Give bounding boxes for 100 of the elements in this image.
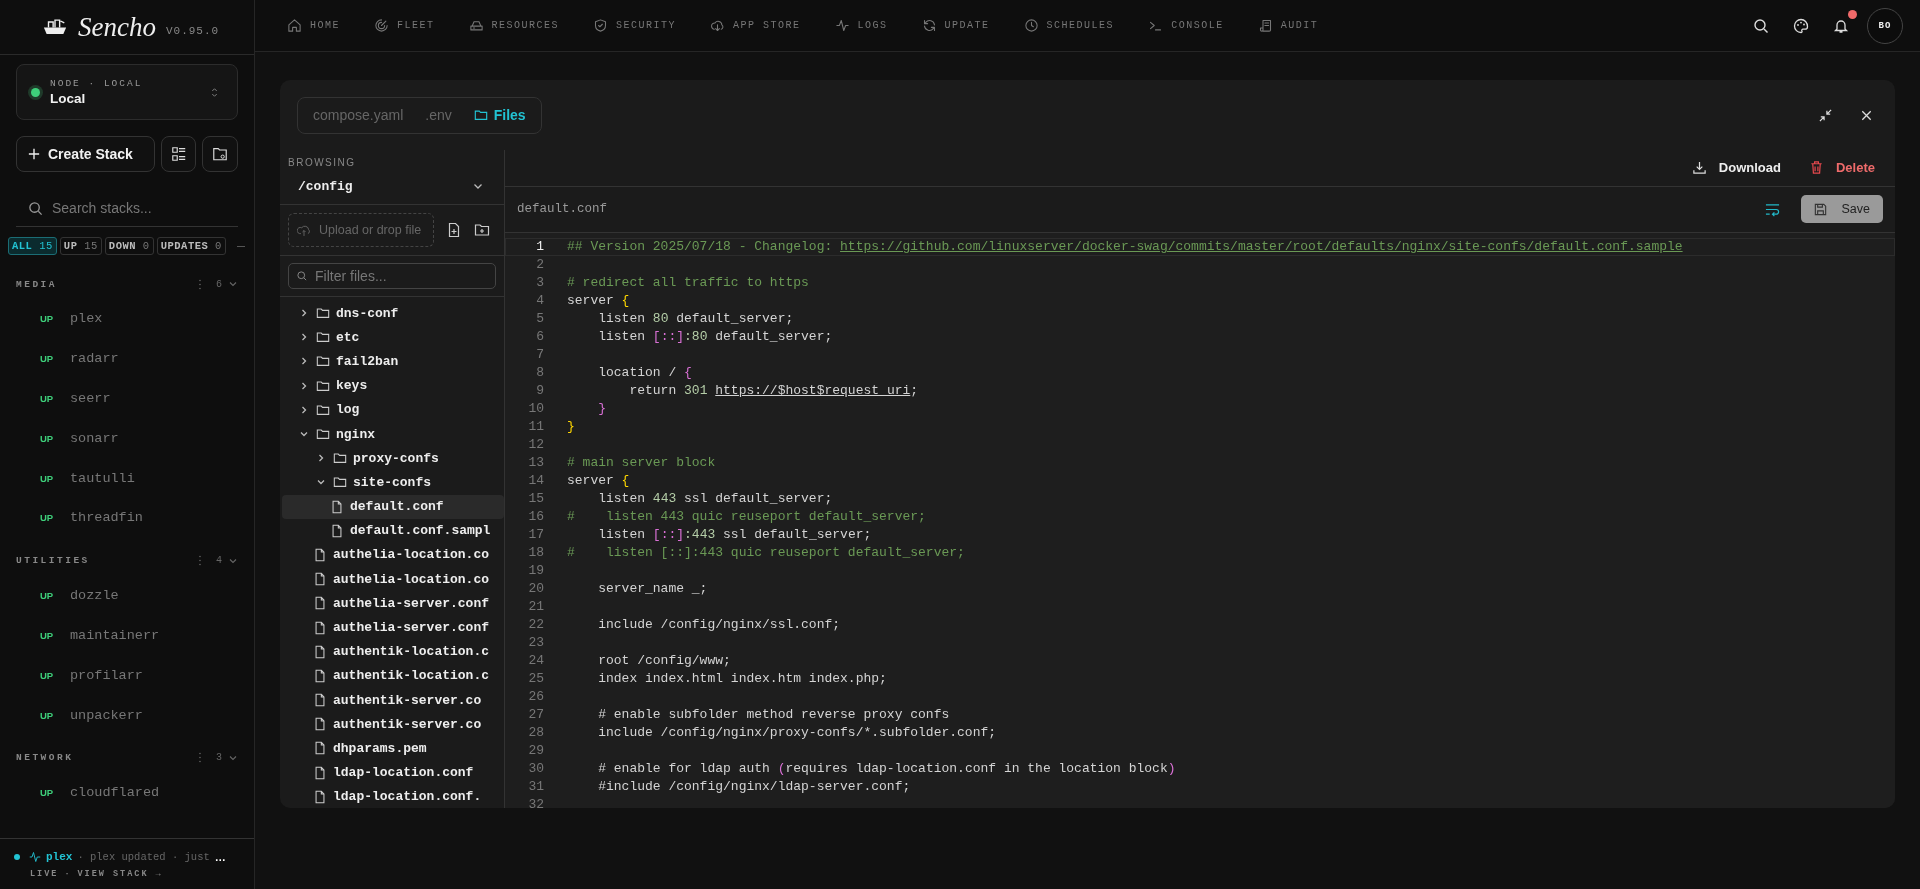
search-icon [28, 201, 43, 216]
filter-chip[interactable]: UPDATES 0 [156, 237, 226, 255]
file-item[interactable]: ldap-location.conf [282, 760, 504, 785]
line-number: 22 [527, 617, 544, 634]
stack-item[interactable]: UP dozzle [16, 575, 238, 616]
stack-item[interactable]: UP sonarr [16, 418, 238, 459]
new-file-icon[interactable] [446, 222, 462, 238]
stack-item[interactable]: UP threadfin [16, 498, 238, 538]
file-item[interactable]: dhparams.pem [282, 736, 504, 761]
stack-item[interactable]: UP maintainerr [16, 615, 238, 656]
code-line: listen [::]:443 ssl default_server; [597, 527, 872, 544]
file-item[interactable]: authentik-location.c [282, 663, 504, 688]
download-button[interactable]: Download [1691, 160, 1781, 176]
list-view-button[interactable] [160, 136, 197, 172]
code-line: listen 80 default_server; [597, 311, 794, 328]
group-count: 4 [216, 555, 222, 567]
folder-item[interactable]: keys [282, 373, 504, 398]
nav-link[interactable]: SECURITY [593, 18, 677, 33]
file-icon [313, 789, 327, 804]
status-label: UP [40, 472, 54, 484]
folder-item[interactable]: nginx [282, 421, 504, 447]
filter-chip[interactable]: ALL 15 [8, 237, 57, 255]
folder-item[interactable]: site-confs [282, 470, 504, 495]
code-line: listen 443 ssl default_server; [597, 491, 833, 508]
delete-button[interactable]: Delete [1808, 160, 1875, 176]
file-item[interactable]: default.conf.sampl [282, 518, 504, 543]
line-number: 8 [535, 365, 544, 382]
file-icon [330, 499, 344, 514]
status-label: UP [40, 590, 54, 602]
file-item[interactable]: authelia-server.conf [282, 591, 504, 616]
file-icon [313, 572, 327, 587]
stack-item[interactable]: UP plex [16, 299, 238, 339]
palette-icon[interactable] [1793, 17, 1809, 34]
new-folder-icon[interactable] [474, 222, 490, 238]
folder-item[interactable]: dns-conf [282, 301, 504, 326]
nav-link[interactable]: CONSOLE [1148, 18, 1224, 33]
file-item[interactable]: ldap-location.conf. [282, 784, 504, 808]
path-dropdown[interactable]: /config [288, 168, 496, 204]
folder-item[interactable]: etc [282, 325, 504, 350]
view-stack-link[interactable]: VIEW STACK → [77, 869, 163, 879]
folder-item[interactable]: proxy-confs [282, 446, 504, 471]
drive-icon [468, 18, 484, 33]
filter-chip[interactable]: DOWN 0 [104, 237, 154, 255]
file-icon [313, 596, 327, 611]
folder-item[interactable]: fail2ban [282, 349, 504, 374]
nav-link[interactable]: UPDATE [921, 18, 990, 33]
file-item[interactable]: authentik-server.co [282, 688, 504, 713]
stack-item[interactable]: UP profilarr [16, 655, 238, 696]
live-label: LIVE [30, 869, 59, 879]
nav-link[interactable]: HOME [287, 18, 340, 33]
file-item[interactable]: authentik-location.c [282, 639, 504, 664]
nav-link[interactable]: FLEET [374, 18, 435, 33]
folder-icon [316, 330, 330, 345]
shield-icon [593, 18, 609, 33]
more-text[interactable]: … [214, 851, 226, 863]
nav-link[interactable]: LOGS [834, 18, 888, 33]
search-icon[interactable] [1753, 17, 1769, 34]
stack-item[interactable]: UP radarr [16, 338, 238, 379]
version-label: V0.95.0 [165, 25, 220, 37]
nav-link[interactable]: AUDIT [1257, 18, 1319, 33]
file-item[interactable]: default.conf [282, 494, 504, 519]
nav-link[interactable]: SCHEDULES [1023, 18, 1115, 33]
list-icon [170, 146, 187, 162]
stack-item[interactable]: UP cloudflared [16, 772, 238, 813]
search-field[interactable]: Search stacks... [16, 190, 238, 227]
stack-link[interactable]: plex [46, 851, 73, 863]
file-item[interactable]: authelia-location.co [282, 542, 504, 568]
stack-item[interactable]: UP seerr [16, 378, 238, 419]
file-icon [313, 547, 327, 562]
folder-icon [333, 451, 347, 466]
stack-item[interactable]: UP unpackerr [16, 695, 238, 735]
bell-icon[interactable] [1833, 17, 1849, 34]
line-number: 27 [527, 707, 544, 724]
user-avatar[interactable]: BO [1867, 7, 1903, 44]
line-number: 12 [527, 437, 544, 454]
line-number: 20 [527, 581, 544, 598]
folder-item[interactable]: log [282, 397, 504, 422]
minimize-icon[interactable] [1818, 107, 1833, 123]
stack-item[interactable]: UP tautulli [16, 458, 238, 498]
line-number: 32 [527, 797, 544, 808]
filter-chip[interactable]: UP 15 [59, 237, 102, 255]
word-wrap-icon[interactable] [1763, 201, 1781, 217]
stack-name: seerr [70, 391, 111, 406]
stack-name: threadfin [70, 510, 143, 526]
line-number: 26 [527, 689, 544, 706]
chevron-down-icon[interactable] [228, 279, 238, 289]
node-selector[interactable]: NODE · LOCAL Local [16, 64, 238, 120]
nav-link[interactable]: RESOURCES [468, 18, 560, 33]
file-item[interactable]: authelia-server.conf [282, 615, 504, 640]
file-item[interactable]: authelia-location.co [282, 567, 504, 592]
node-label: NODE · LOCAL [50, 78, 144, 89]
filter-field[interactable]: Filter files... [288, 263, 496, 289]
folder-search-button[interactable] [202, 136, 238, 172]
tab[interactable]: Files [462, 98, 537, 132]
file-item[interactable]: authentik-server.co [282, 712, 504, 737]
create-stack-button[interactable]: Create Stack [16, 136, 155, 172]
nav-link[interactable]: APP STORE [710, 18, 801, 33]
status-label: UP [40, 669, 54, 681]
download-icon [1691, 160, 1707, 176]
cloud-upload-icon [297, 223, 311, 237]
